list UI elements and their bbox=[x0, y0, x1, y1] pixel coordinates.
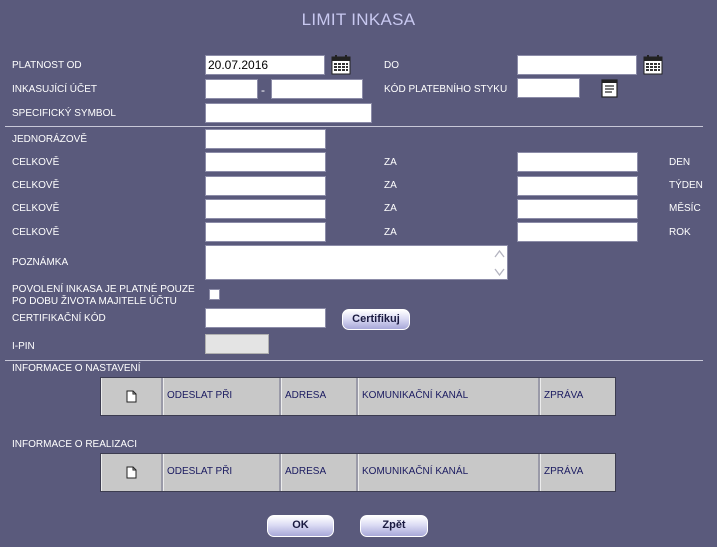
new-row-cell[interactable] bbox=[101, 454, 163, 491]
column-header-zprava: ZPRÁVA bbox=[540, 378, 615, 415]
column-header-komunikacni-kanal: KOMUNIKAČNÍ KANÁL bbox=[358, 454, 540, 491]
zpet-button[interactable]: Zpět bbox=[360, 515, 428, 537]
column-header-adresa: ADRESA bbox=[281, 378, 358, 415]
period-label: DEN bbox=[669, 157, 691, 168]
column-header-zprava: ZPRÁVA bbox=[540, 454, 615, 491]
ok-button[interactable]: OK bbox=[267, 515, 334, 537]
poznamka-label: POZNÁMKA bbox=[12, 257, 69, 268]
do-input[interactable] bbox=[517, 55, 637, 75]
ipin-input bbox=[205, 334, 269, 354]
limit-count-input[interactable] bbox=[517, 176, 638, 196]
new-row-cell[interactable] bbox=[101, 378, 163, 415]
textarea-scroll-arrows[interactable] bbox=[493, 248, 506, 278]
certifikacni-kod-input[interactable] bbox=[205, 308, 326, 328]
list-lookup-icon[interactable] bbox=[601, 79, 618, 98]
poznamka-textarea[interactable] bbox=[205, 245, 508, 280]
account-separator: - bbox=[261, 83, 265, 97]
realizace-section-label: INFORMACE O REALIZACI bbox=[12, 439, 138, 450]
calendar-icon[interactable] bbox=[331, 55, 351, 75]
page-title: LIMIT INKASA bbox=[301, 10, 416, 29]
period-label: MĚSÍC bbox=[669, 203, 701, 214]
povoleni-checkbox[interactable] bbox=[209, 289, 220, 300]
limit-label: CELKOVĚ bbox=[12, 203, 60, 214]
ipin-label: I-PIN bbox=[12, 341, 35, 352]
specificky-symbol-label: SPECIFICKÝ SYMBOL bbox=[12, 108, 116, 119]
inkasujici-ucet-label: INKASUJÍCÍ ÚČET bbox=[12, 84, 98, 95]
za-label: ZA bbox=[384, 180, 397, 191]
new-document-icon[interactable] bbox=[126, 390, 137, 403]
za-label: ZA bbox=[384, 227, 397, 238]
limit-count-input[interactable] bbox=[517, 222, 638, 242]
kod-platebniho-styku-label: KÓD PLATEBNÍHO STYKU bbox=[384, 84, 508, 95]
divider bbox=[5, 126, 703, 127]
za-label: ZA bbox=[384, 157, 397, 168]
povoleni-label-line1: POVOLENÍ INKASA JE PLATNÉ POUZE bbox=[12, 284, 195, 295]
account-prefix-input[interactable] bbox=[205, 79, 258, 99]
certifikacni-kod-label: CERTIFIKAČNÍ KÓD bbox=[12, 313, 106, 324]
nastaveni-table-header: ODESLAT PŘI ADRESA KOMUNIKAČNÍ KANÁL ZPR… bbox=[100, 377, 616, 416]
divider bbox=[5, 360, 703, 361]
specificky-symbol-input[interactable] bbox=[205, 103, 372, 123]
period-label: TÝDEN bbox=[669, 180, 703, 191]
platnost-od-input[interactable] bbox=[205, 55, 325, 75]
limit-count-input[interactable] bbox=[517, 152, 638, 172]
limit-label: CELKOVĚ bbox=[12, 180, 60, 191]
do-label: DO bbox=[384, 60, 399, 71]
column-header-adresa: ADRESA bbox=[281, 454, 358, 491]
certifikuj-button[interactable]: Certifikuj bbox=[342, 309, 410, 330]
limit-amount-input[interactable] bbox=[205, 199, 326, 219]
za-label: ZA bbox=[384, 203, 397, 214]
calendar-icon[interactable] bbox=[643, 55, 663, 75]
limit-label: CELKOVĚ bbox=[12, 227, 60, 238]
povoleni-label-line2: PO DOBU ŽIVOTA MAJITELE ÚČTU bbox=[12, 296, 177, 307]
nastaveni-section-label: INFORMACE O NASTAVENÍ bbox=[12, 363, 141, 374]
period-label: ROK bbox=[669, 227, 691, 238]
limit-amount-input[interactable] bbox=[205, 222, 326, 242]
jednorazove-input[interactable] bbox=[205, 129, 326, 149]
limit-amount-input[interactable] bbox=[205, 152, 326, 172]
limit-count-input[interactable] bbox=[517, 199, 638, 219]
limit-amount-input[interactable] bbox=[205, 176, 326, 196]
new-document-icon[interactable] bbox=[126, 466, 137, 479]
realizace-table-header: ODESLAT PŘI ADRESA KOMUNIKAČNÍ KANÁL ZPR… bbox=[100, 453, 616, 492]
kod-platebniho-styku-input[interactable] bbox=[517, 78, 580, 98]
column-header-odeslat-pri: ODESLAT PŘI bbox=[163, 454, 281, 491]
jednorazove-label: JEDNORÁZOVĚ bbox=[12, 134, 88, 145]
column-header-odeslat-pri: ODESLAT PŘI bbox=[163, 378, 281, 415]
column-header-komunikacni-kanal: KOMUNIKAČNÍ KANÁL bbox=[358, 378, 540, 415]
account-number-input[interactable] bbox=[271, 79, 363, 99]
limit-label: CELKOVĚ bbox=[12, 157, 60, 168]
platnost-od-label: PLATNOST OD bbox=[12, 60, 82, 71]
